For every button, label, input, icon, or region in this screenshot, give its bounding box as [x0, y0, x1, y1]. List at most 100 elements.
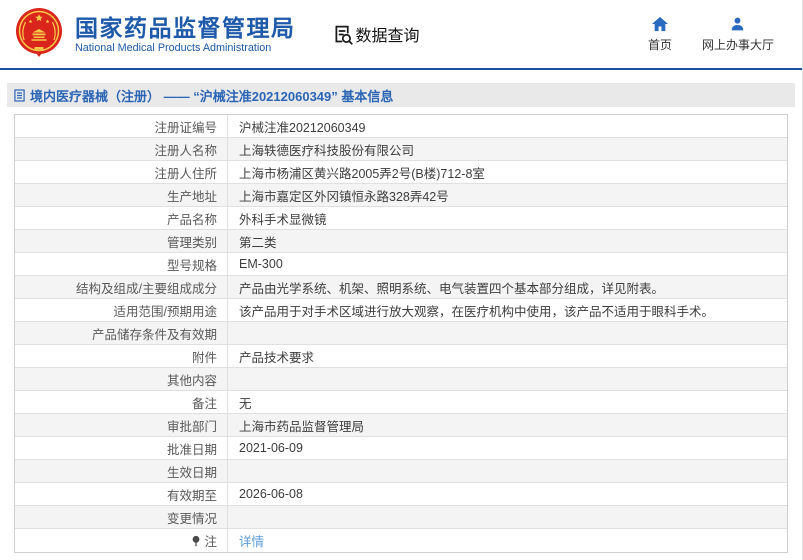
- table-row: 批准日期 2021-06-09: [15, 437, 787, 460]
- row-label: 批准日期: [15, 437, 228, 459]
- home-icon: [651, 16, 668, 31]
- row-label: 型号规格: [15, 253, 228, 275]
- row-value-text: EM-300: [239, 257, 283, 271]
- org-name-en: National Medical Products Administration: [75, 41, 272, 54]
- row-value-text: 上海市药品监督管理局: [239, 419, 365, 434]
- row-value: 上海市杨浦区黄兴路2005弄2号(B楼)712-8室: [228, 161, 787, 183]
- table-row: 注册人住所 上海市杨浦区黄兴路2005弄2号(B楼)712-8室: [15, 161, 787, 184]
- document-search-icon: [335, 25, 353, 45]
- row-value: 2026-06-08: [228, 483, 787, 505]
- table-row: 备注 无: [15, 391, 787, 414]
- breadcrumb: 境内医疗器械（注册） —— “沪械注准20212060349” 基本信息: [7, 83, 795, 107]
- row-value: 第二类: [228, 230, 787, 252]
- row-label-text: 生效日期: [166, 465, 217, 480]
- row-label: 生产地址: [15, 184, 228, 206]
- row-label: 产品储存条件及有效期: [15, 322, 228, 344]
- table-row: 注册人名称 上海轶德医疗科技股份有限公司: [15, 138, 787, 161]
- row-label-text: 生产地址: [166, 189, 217, 204]
- document-icon: [14, 88, 25, 102]
- row-value-text: 上海市嘉定区外冈镇恒永路328弄42号: [239, 189, 449, 204]
- row-value-text: 无: [239, 396, 252, 411]
- row-label-text: 注: [204, 535, 217, 549]
- row-label-text: 产品名称: [166, 212, 217, 227]
- row-label: 管理类别: [15, 230, 228, 252]
- data-query-nav[interactable]: 数据查询: [332, 22, 420, 46]
- table-row: 适用范围/预期用途 该产品用于对手术区域进行放大观察，在医疗机构中使用，该产品不适…: [15, 299, 787, 322]
- row-value: [228, 506, 787, 528]
- row-label-text: 备注: [191, 396, 217, 411]
- row-value-text: 2021-06-09: [239, 441, 303, 455]
- row-value: 外科手术显微镜: [228, 207, 787, 229]
- row-value: 沪械注准20212060349: [228, 115, 787, 137]
- row-label-text: 有效期至: [166, 488, 217, 503]
- row-value: 产品由光学系统、机架、照明系统、电气装置四个基本部分组成，详见附表。: [228, 276, 787, 298]
- table-row: 结构及组成/主要组成成分 产品由光学系统、机架、照明系统、电气装置四个基本部分组成…: [15, 276, 787, 299]
- row-label: 结构及组成/主要组成成分: [15, 276, 228, 298]
- row-value-text: 上海市杨浦区黄兴路2005弄2号(B楼)712-8室: [239, 166, 485, 181]
- row-label: 注: [15, 529, 228, 552]
- row-value: 上海市嘉定区外冈镇恒永路328弄42号: [228, 184, 787, 206]
- table-row: 注册证编号 沪械注准20212060349: [15, 115, 787, 138]
- nav-item-label: 网上办事大厅: [701, 37, 774, 52]
- row-label: 有效期至: [15, 483, 228, 505]
- nav-item-service-hall[interactable]: 网上办事大厅: [702, 16, 774, 53]
- row-label: 变更情况: [15, 506, 228, 528]
- user-icon: [732, 17, 744, 30]
- org-name-cn: 国家药品监督管理局: [75, 14, 296, 41]
- national-emblem-logo: [16, 8, 62, 57]
- row-value: 该产品用于对手术区域进行放大观察，在医疗机构中使用，该产品不适用于眼科手术。: [228, 299, 787, 321]
- org-title-block: 国家药品监督管理局 National Medical Products Admi…: [75, 15, 296, 54]
- row-label-text: 管理类别: [166, 235, 217, 250]
- row-label-text: 附件: [191, 350, 217, 365]
- row-label-text: 结构及组成/主要组成成分: [76, 281, 217, 296]
- row-label: 附件: [15, 345, 228, 367]
- row-label: 适用范围/预期用途: [15, 299, 228, 321]
- row-value-text: 产品由光学系统、机架、照明系统、电气装置四个基本部分组成，详见附表。: [239, 281, 665, 296]
- table-row: 型号规格 EM-300: [15, 253, 787, 276]
- detail-link[interactable]: 详情: [239, 531, 264, 550]
- table-row: 生产地址 上海市嘉定区外冈镇恒永路328弄42号: [15, 184, 787, 207]
- table-row: 生效日期: [15, 460, 787, 483]
- row-value: [228, 460, 787, 482]
- row-value: 上海轶德医疗科技股份有限公司: [228, 138, 787, 160]
- table-row: 有效期至 2026-06-08: [15, 483, 787, 506]
- table-row: 注 详情: [15, 529, 787, 552]
- row-value: [228, 322, 787, 344]
- top-nav: 首页 网上办事大厅: [648, 16, 802, 53]
- row-label: 审批部门: [15, 414, 228, 436]
- row-value-text: 上海轶德医疗科技股份有限公司: [239, 143, 415, 158]
- row-value-text: 外科手术显微镜: [239, 212, 327, 227]
- row-label-text: 审批部门: [166, 419, 217, 434]
- table-row: 审批部门 上海市药品监督管理局: [15, 414, 787, 437]
- nav-item-home[interactable]: 首页: [648, 16, 672, 53]
- row-label-text: 注册证编号: [154, 120, 217, 135]
- row-label: 注册人住所: [15, 161, 228, 183]
- row-value-text: 沪械注准20212060349: [239, 120, 366, 135]
- row-label-text: 产品储存条件及有效期: [91, 327, 217, 342]
- registration-info-table: 注册证编号 沪械注准20212060349 注册人名称 上海轶德医疗科技股份有限公司注…: [14, 114, 788, 553]
- breadcrumb-text: 境内医疗器械（注册） —— “沪械注准20212060349” 基本信息: [30, 88, 394, 104]
- row-label-text: 批准日期: [166, 442, 217, 457]
- table-row: 变更情况: [15, 506, 787, 529]
- site-header: 国家药品监督管理局 National Medical Products Admi…: [0, 0, 802, 70]
- row-label: 注册人名称: [15, 138, 228, 160]
- row-value: [228, 368, 787, 390]
- row-value: EM-300: [228, 253, 787, 275]
- table-row: 附件 产品技术要求: [15, 345, 787, 368]
- note-pin-icon: [191, 535, 201, 547]
- row-label-text: 型号规格: [166, 258, 217, 273]
- row-label: 注册证编号: [15, 115, 228, 137]
- data-query-label: 数据查询: [355, 28, 420, 45]
- row-value: 无: [228, 391, 787, 413]
- row-label-text: 其他内容: [166, 373, 217, 388]
- nav-item-label: 首页: [647, 37, 672, 52]
- table-row: 产品名称 外科手术显微镜: [15, 207, 787, 230]
- table-row: 管理类别 第二类: [15, 230, 787, 253]
- row-value-text: 2026-06-08: [239, 487, 303, 501]
- row-label: 产品名称: [15, 207, 228, 229]
- table-row: 产品储存条件及有效期: [15, 322, 787, 345]
- table-row: 其他内容: [15, 368, 787, 391]
- row-label-text: 适用范围/预期用途: [113, 304, 217, 319]
- row-value: 上海市药品监督管理局: [228, 414, 787, 436]
- row-label: 生效日期: [15, 460, 228, 482]
